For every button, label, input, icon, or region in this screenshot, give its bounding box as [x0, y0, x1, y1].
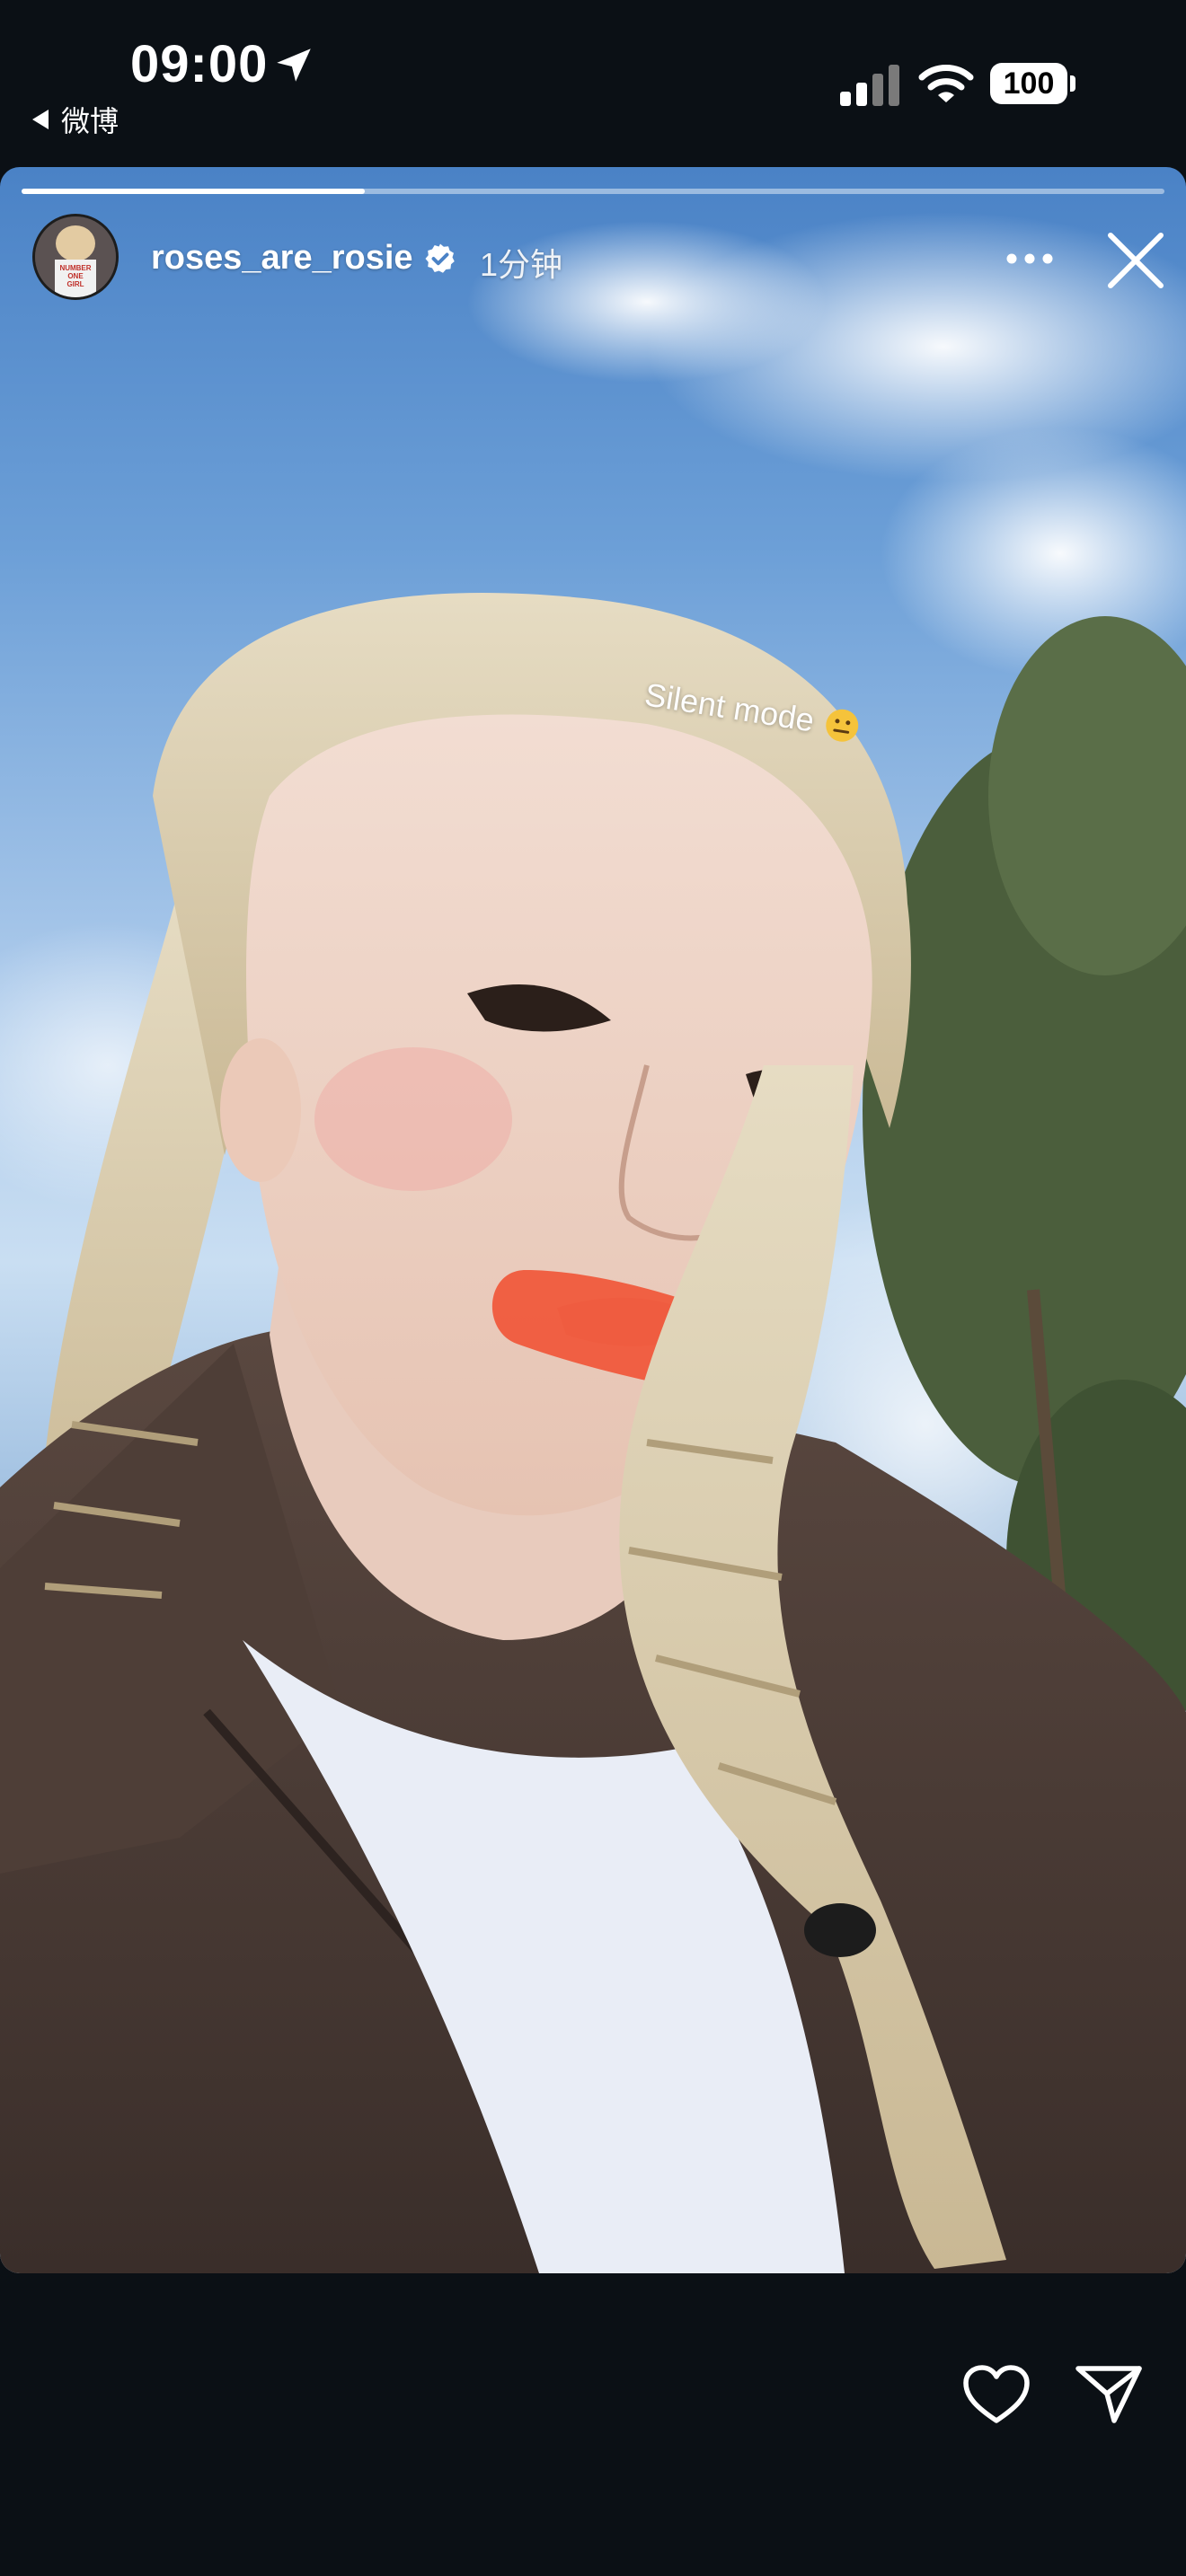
avatar-image: NUMBER ONE GIRL	[35, 216, 116, 297]
story-posted-time: 1分钟	[480, 246, 563, 283]
story-progress-fill	[22, 189, 365, 194]
avatar-shirt-text: GIRL	[66, 280, 84, 288]
story-progress-bar	[22, 189, 1164, 194]
more-options-icon[interactable]	[1003, 250, 1057, 268]
back-to-app-button[interactable]: 微博	[32, 99, 119, 140]
zipper-mouth-face-icon	[826, 709, 859, 742]
signal-icon	[840, 65, 899, 106]
story-photo[interactable]	[0, 167, 1186, 2273]
battery-icon: 100	[990, 63, 1076, 104]
back-arrow-icon	[32, 110, 49, 129]
send-icon[interactable]	[1075, 2361, 1143, 2426]
avatar-shirt-text: ONE	[67, 272, 84, 280]
story-username[interactable]: roses_are_rosie	[151, 239, 413, 278]
battery-tip	[1070, 75, 1075, 92]
story-action-bar	[0, 2273, 1186, 2576]
battery-level: 100	[990, 63, 1067, 104]
status-bar: 09:00 微博 100	[0, 0, 1186, 166]
story-viewer[interactable]: NUMBER ONE GIRL roses_are_rosie 1分钟 Silent…	[0, 167, 1186, 2273]
back-app-label: 微博	[61, 105, 119, 137]
verified-badge-icon	[425, 243, 455, 273]
location-arrow-icon	[277, 49, 311, 82]
close-icon[interactable]	[1100, 225, 1172, 296]
status-time: 09:00	[130, 35, 269, 93]
wifi-icon	[918, 65, 974, 102]
avatar[interactable]: NUMBER ONE GIRL	[32, 214, 119, 300]
avatar-shirt-text: NUMBER	[59, 264, 91, 272]
heart-icon[interactable]	[961, 2363, 1031, 2426]
story-header: NUMBER ONE GIRL roses_are_rosie 1分钟	[32, 214, 1164, 304]
